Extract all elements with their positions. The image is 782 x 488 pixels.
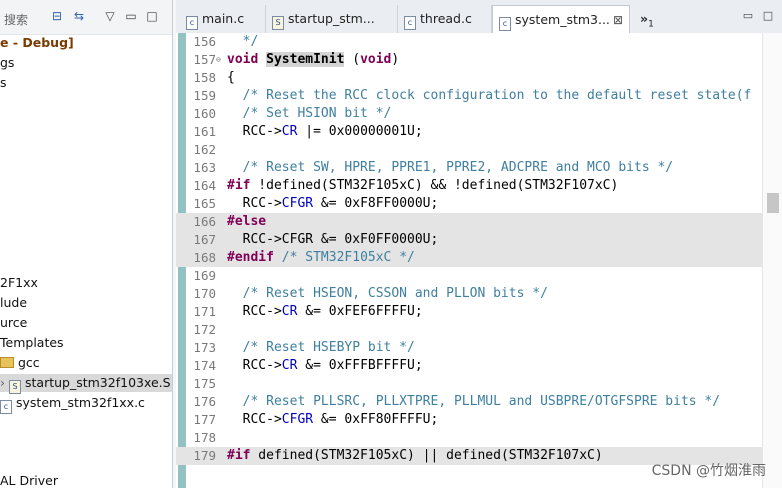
code-line-158: 158{ xyxy=(193,70,235,85)
tree-item-templates[interactable]: Templates xyxy=(0,334,172,352)
code-line-167: 167 RCC->CFGR &= 0xF0FF0000U; xyxy=(176,231,764,249)
code-line-171: 171 RCC->CR &= 0xFEF6FFFFU; xyxy=(193,304,423,319)
folder-icon xyxy=(0,357,14,368)
maximize-icon[interactable]: □ xyxy=(145,9,159,23)
code-line-164: 164 #if !defined(STM32F105xC) && !defined… xyxy=(193,178,619,193)
collapse-all-icon[interactable]: ⊟ xyxy=(50,9,64,23)
c-file-icon: c xyxy=(404,16,416,30)
code-line-174: 174 RCC->CR &= 0xFFFBFFFFU; xyxy=(193,358,423,373)
search-field[interactable]: 搜索 xyxy=(4,11,28,28)
tree-item-binaries[interactable]: s xyxy=(0,74,172,92)
code-line-177: 177 RCC->CFGR &= 0xFF80FFFFU; xyxy=(193,412,439,427)
explorer-toolbar: 搜索 ⊟ ⇆ ▽ ▭ □ xyxy=(0,0,172,35)
scroll-thumb[interactable] xyxy=(767,193,779,213)
code-line-156: 156 */ xyxy=(193,34,259,49)
c-file-icon: c xyxy=(186,16,198,30)
chevron-right-icon: › xyxy=(0,375,5,390)
code-line-161: 161 RCC->CR |= 0x00000001U; xyxy=(193,124,423,139)
link-editor-icon[interactable]: ⇆ xyxy=(72,9,86,23)
code-line-165: 165 RCC->CFGR &= 0xF8FF0000U; xyxy=(193,196,439,211)
code-area[interactable]: 156 */ 157 ⊖ void SystemInit (void) 158{ 1… xyxy=(176,33,782,488)
asm-file-icon: S xyxy=(272,16,284,30)
asm-file-icon: S xyxy=(9,380,21,394)
code-line-163: 163 /* Reset SW, HPRE, PPRE1, PPRE2, ADC… xyxy=(193,160,674,175)
tree-item-project[interactable]: e - Debug] xyxy=(0,34,172,52)
tab-thread-c[interactable]: c thread.c xyxy=(398,5,492,33)
tree-item-hal-driver[interactable]: AL Driver xyxy=(0,472,172,488)
code-line-168: 168 #endif /* STM32F105xC */ xyxy=(176,249,764,267)
code-line-176: 176 /* Reset PLLSRC, PLLXTPRE, PLLMUL an… xyxy=(193,394,721,409)
maximize-icon[interactable]: □ xyxy=(762,10,774,22)
view-menu-icon[interactable]: ▽ xyxy=(103,9,117,23)
c-file-icon: c xyxy=(499,17,511,31)
tree-item-system-file[interactable]: c system_stm32f1xx.c xyxy=(0,394,172,414)
code-line-175: 175 xyxy=(193,376,216,391)
tab-overflow[interactable]: »1 xyxy=(634,5,664,33)
code-line-170: 170 /* Reset HSEON, CSSON and PLLON bits… xyxy=(193,286,548,301)
project-explorer: 搜索 ⊟ ⇆ ▽ ▭ □ e - Debug] gs s 2F1xx lude … xyxy=(0,0,173,488)
code-line-162: 162 xyxy=(193,142,216,157)
watermark: CSDN @竹烟淮雨 xyxy=(651,463,766,479)
minimize-icon[interactable]: ▭ xyxy=(124,9,138,23)
tree-item-settings[interactable]: gs xyxy=(0,54,172,72)
fold-toggle-icon[interactable]: ⊖ xyxy=(216,51,225,69)
code-editor: c main.c Sstartup_stm... c thread.c c syste… xyxy=(176,0,782,488)
code-line-178: 178 xyxy=(193,430,216,445)
tab-system-stm32[interactable]: c system_stm3... ⊠ xyxy=(492,5,630,33)
c-file-icon: c xyxy=(0,400,12,414)
code-line-157: 157 ⊖ void SystemInit (void) xyxy=(193,51,400,69)
code-line-172: 172 xyxy=(193,322,216,337)
vertical-scrollbar[interactable] xyxy=(762,33,782,488)
tab-startup[interactable]: Sstartup_stm... xyxy=(266,5,398,33)
code-line-160: 160 /* Set HSION bit */ xyxy=(193,106,392,121)
code-line-169: 169 xyxy=(193,268,216,283)
editor-tabbar: c main.c Sstartup_stm... c thread.c c syste… xyxy=(176,0,782,34)
code-line-159: 159 /* Reset the RCC clock configuration… xyxy=(193,88,752,103)
tree-item-include[interactable]: lude xyxy=(0,294,172,312)
tree-item-gcc[interactable]: gcc xyxy=(0,354,172,372)
tree-item-source[interactable]: urce xyxy=(0,314,172,332)
tree-item-startup-file[interactable]: › Sstartup_stm32f103xe.S xyxy=(0,374,172,394)
close-icon[interactable]: ⊠ xyxy=(613,6,623,34)
code-line-173: 173 /* Reset HSEBYP bit */ xyxy=(193,340,415,355)
minimize-icon[interactable]: ▭ xyxy=(742,10,754,22)
tree-item-stm32f1xx[interactable]: 2F1xx xyxy=(0,274,172,292)
tab-main-c[interactable]: c main.c xyxy=(180,5,266,33)
code-line-166: 166 #else xyxy=(176,213,764,231)
